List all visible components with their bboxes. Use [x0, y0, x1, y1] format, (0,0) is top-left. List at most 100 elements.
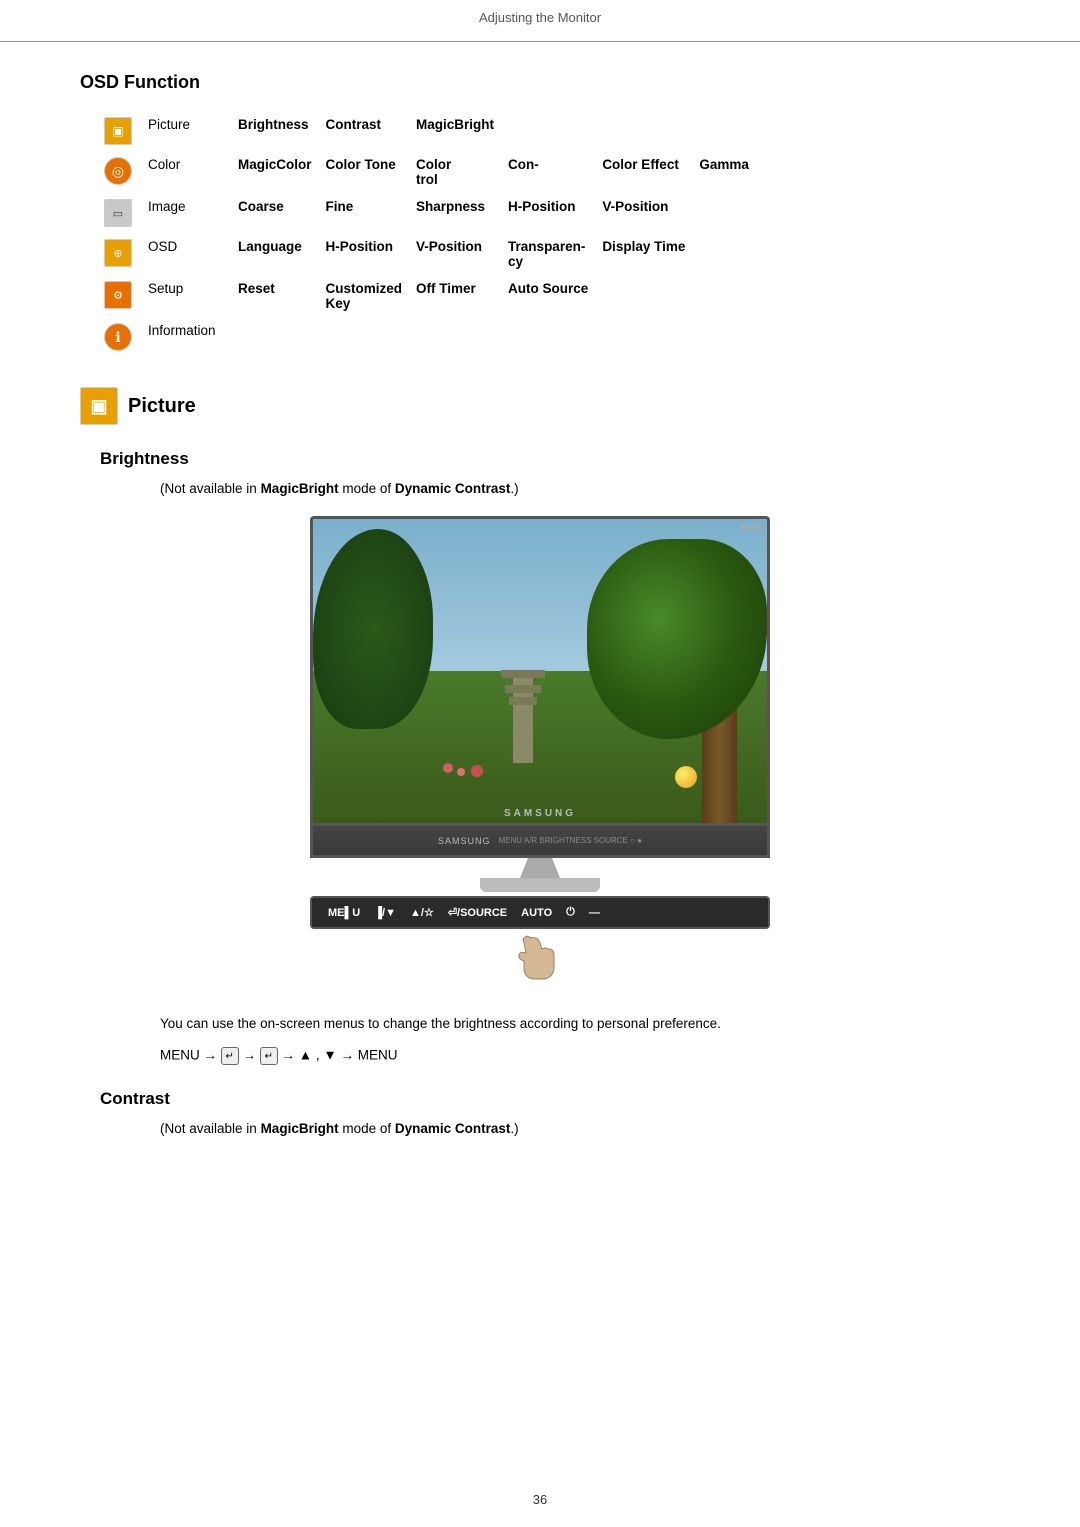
- flower1: [443, 763, 453, 773]
- icon-cell: ℹ: [100, 317, 144, 357]
- table-row: ⊕ OSD Language H-Position V-Position Tra…: [100, 233, 759, 275]
- note-end: .): [510, 481, 518, 496]
- hand-pointer-svg: [510, 933, 570, 983]
- brightness-title: Brightness: [80, 449, 1000, 469]
- monitor-container: SAMSUNG SAMSUNG MENU A/R BRIGHTNE: [80, 516, 1000, 986]
- icon-cell: ⚙: [100, 275, 144, 317]
- ctrl-menu: ME▌U: [328, 907, 360, 919]
- menu-name-osd: OSD: [144, 233, 234, 275]
- sub-items-image-1: Coarse: [234, 193, 322, 233]
- bezel-brand: SAMSUNG: [438, 836, 491, 846]
- ctrl-auto: AUTO: [521, 907, 552, 919]
- brightness-desc: You can use the on-screen menus to chang…: [160, 1016, 920, 1031]
- pagoda-roof3: [509, 697, 537, 705]
- sub-items-image-3: Sharpness: [412, 193, 504, 233]
- note-magicbright: MagicBright: [261, 481, 339, 496]
- monitor-wrapper: SAMSUNG SAMSUNG MENU A/R BRIGHTNE: [310, 516, 770, 986]
- sub-items-picture-3: MagicBright: [412, 111, 504, 151]
- menu-name-information: Information: [144, 317, 234, 357]
- page-footer: 36: [0, 1492, 1080, 1507]
- contrast-note-prefix: (Not available in: [160, 1121, 261, 1136]
- table-row: ◎ Color MagicColor Color Tone Colortrol …: [100, 151, 759, 193]
- color-icon: ◎: [104, 157, 132, 185]
- icon-cell: ◎: [100, 151, 144, 193]
- hand-pointer: [310, 933, 770, 986]
- setup-icon: ⚙: [104, 281, 132, 309]
- brightness-note: (Not available in MagicBright mode of Dy…: [160, 481, 1000, 496]
- pagoda-roof1: [501, 670, 545, 678]
- page-number: 36: [533, 1492, 547, 1507]
- ctrl-brightness2: ▲/☆: [410, 906, 434, 919]
- indicator2: [748, 525, 753, 530]
- sub-items-osd-5: Display Time: [598, 233, 695, 275]
- screen-indicators: [740, 525, 761, 530]
- picture-icon: ▣: [104, 117, 132, 145]
- table-row: ℹ Information: [100, 317, 759, 357]
- pagoda-roof2: [505, 685, 541, 693]
- page-header: Adjusting the Monitor: [0, 0, 1080, 42]
- table-row: ⚙ Setup Reset CustomizedKey Off Timer Au…: [100, 275, 759, 317]
- table-row: ▣ Picture Brightness Contrast MagicBrigh…: [100, 111, 759, 151]
- menu-name-color: Color: [144, 151, 234, 193]
- enter-icon-1: ↵: [221, 1047, 239, 1065]
- indicator3: [756, 525, 761, 530]
- contrast-note-dynamic: Dynamic Contrast: [395, 1121, 511, 1136]
- picture-heading-text: Picture: [128, 395, 196, 418]
- content-area: OSD Function ▣ Picture Brightness Contra…: [0, 42, 1080, 1212]
- sub-items-color-2: Color Tone: [322, 151, 413, 193]
- sub-items-setup-3: Off Timer: [412, 275, 504, 317]
- icon-cell: ▭: [100, 193, 144, 233]
- information-icon: ℹ: [104, 323, 132, 351]
- monitor-controls-row: ME▌U ▐/▼ ▲/☆ ⏎/SOURCE AUTO ⏻ —: [310, 896, 770, 929]
- monitor-stand-neck: [520, 858, 560, 878]
- osd-function-title: OSD Function: [80, 72, 1000, 93]
- ctrl-brightness: ▐/▼: [374, 907, 396, 919]
- sub-items-color-6: Gamma: [695, 151, 759, 193]
- sub-items-osd-2: H-Position: [322, 233, 413, 275]
- contrast-note: (Not available in MagicBright mode of Dy…: [160, 1121, 1000, 1136]
- sub-items-image-4: H-Position: [504, 193, 598, 233]
- sub-items-color-1: MagicColor: [234, 151, 322, 193]
- monitor-inner: SAMSUNG SAMSUNG MENU A/R BRIGHTNE: [310, 516, 770, 986]
- ctrl-power: ⏻: [566, 906, 575, 919]
- bezel-controls-text: MENU A/R BRIGHTNESS SOURCE ○ ●: [499, 836, 642, 845]
- page-container: Adjusting the Monitor OSD Function ▣ Pic…: [0, 0, 1080, 1527]
- sub-items-color-4: Con-: [504, 151, 598, 193]
- sub-items-color-3: Colortrol: [412, 151, 504, 193]
- header-text: Adjusting the Monitor: [479, 10, 601, 25]
- contrast-note-magicbright: MagicBright: [261, 1121, 339, 1136]
- yellow-ball: [675, 766, 697, 788]
- flower3: [471, 765, 483, 777]
- sub-items-image-5: V-Position: [598, 193, 695, 233]
- menu-name-picture: Picture: [144, 111, 234, 151]
- sub-items-picture-2: Contrast: [322, 111, 413, 151]
- contrast-note-mid: mode of: [339, 1121, 395, 1136]
- brightness-menu-nav: MENU → ↵ → ↵ → ▲ , ▼ → MENU: [160, 1047, 920, 1065]
- picture-section-heading: ▣ Picture: [80, 387, 1000, 425]
- sub-items-osd-1: Language: [234, 233, 322, 275]
- sub-items-setup-4: Auto Source: [504, 275, 598, 317]
- note-dynamic-contrast: Dynamic Contrast: [395, 481, 511, 496]
- menu-name-image: Image: [144, 193, 234, 233]
- note-prefix: (Not available in: [160, 481, 261, 496]
- icon-cell: ▣: [100, 111, 144, 151]
- indicator1: [740, 525, 745, 530]
- enter-icon-2: ↵: [260, 1047, 278, 1065]
- table-row: ▭ Image Coarse Fine Sharpness H-Position…: [100, 193, 759, 233]
- flowers-area: [443, 763, 503, 803]
- sub-items-image-2: Fine: [322, 193, 413, 233]
- menu-name-setup: Setup: [144, 275, 234, 317]
- garden-background: SAMSUNG: [313, 519, 767, 823]
- image-icon: ▭: [104, 199, 132, 227]
- ctrl-minus: —: [589, 907, 600, 919]
- icon-cell: ⊕: [100, 233, 144, 275]
- monitor-brand-text: SAMSUNG: [504, 808, 576, 819]
- flower2: [457, 768, 465, 776]
- picture-section-icon: ▣: [80, 387, 118, 425]
- sub-items-picture: Brightness: [234, 111, 322, 151]
- contrast-note-end: .): [510, 1121, 518, 1136]
- sub-items-setup-2: CustomizedKey: [322, 275, 413, 317]
- monitor-screen: SAMSUNG: [310, 516, 770, 826]
- osd-table: ▣ Picture Brightness Contrast MagicBrigh…: [100, 111, 759, 357]
- monitor-bottom-bezel: SAMSUNG MENU A/R BRIGHTNESS SOURCE ○ ●: [310, 826, 770, 858]
